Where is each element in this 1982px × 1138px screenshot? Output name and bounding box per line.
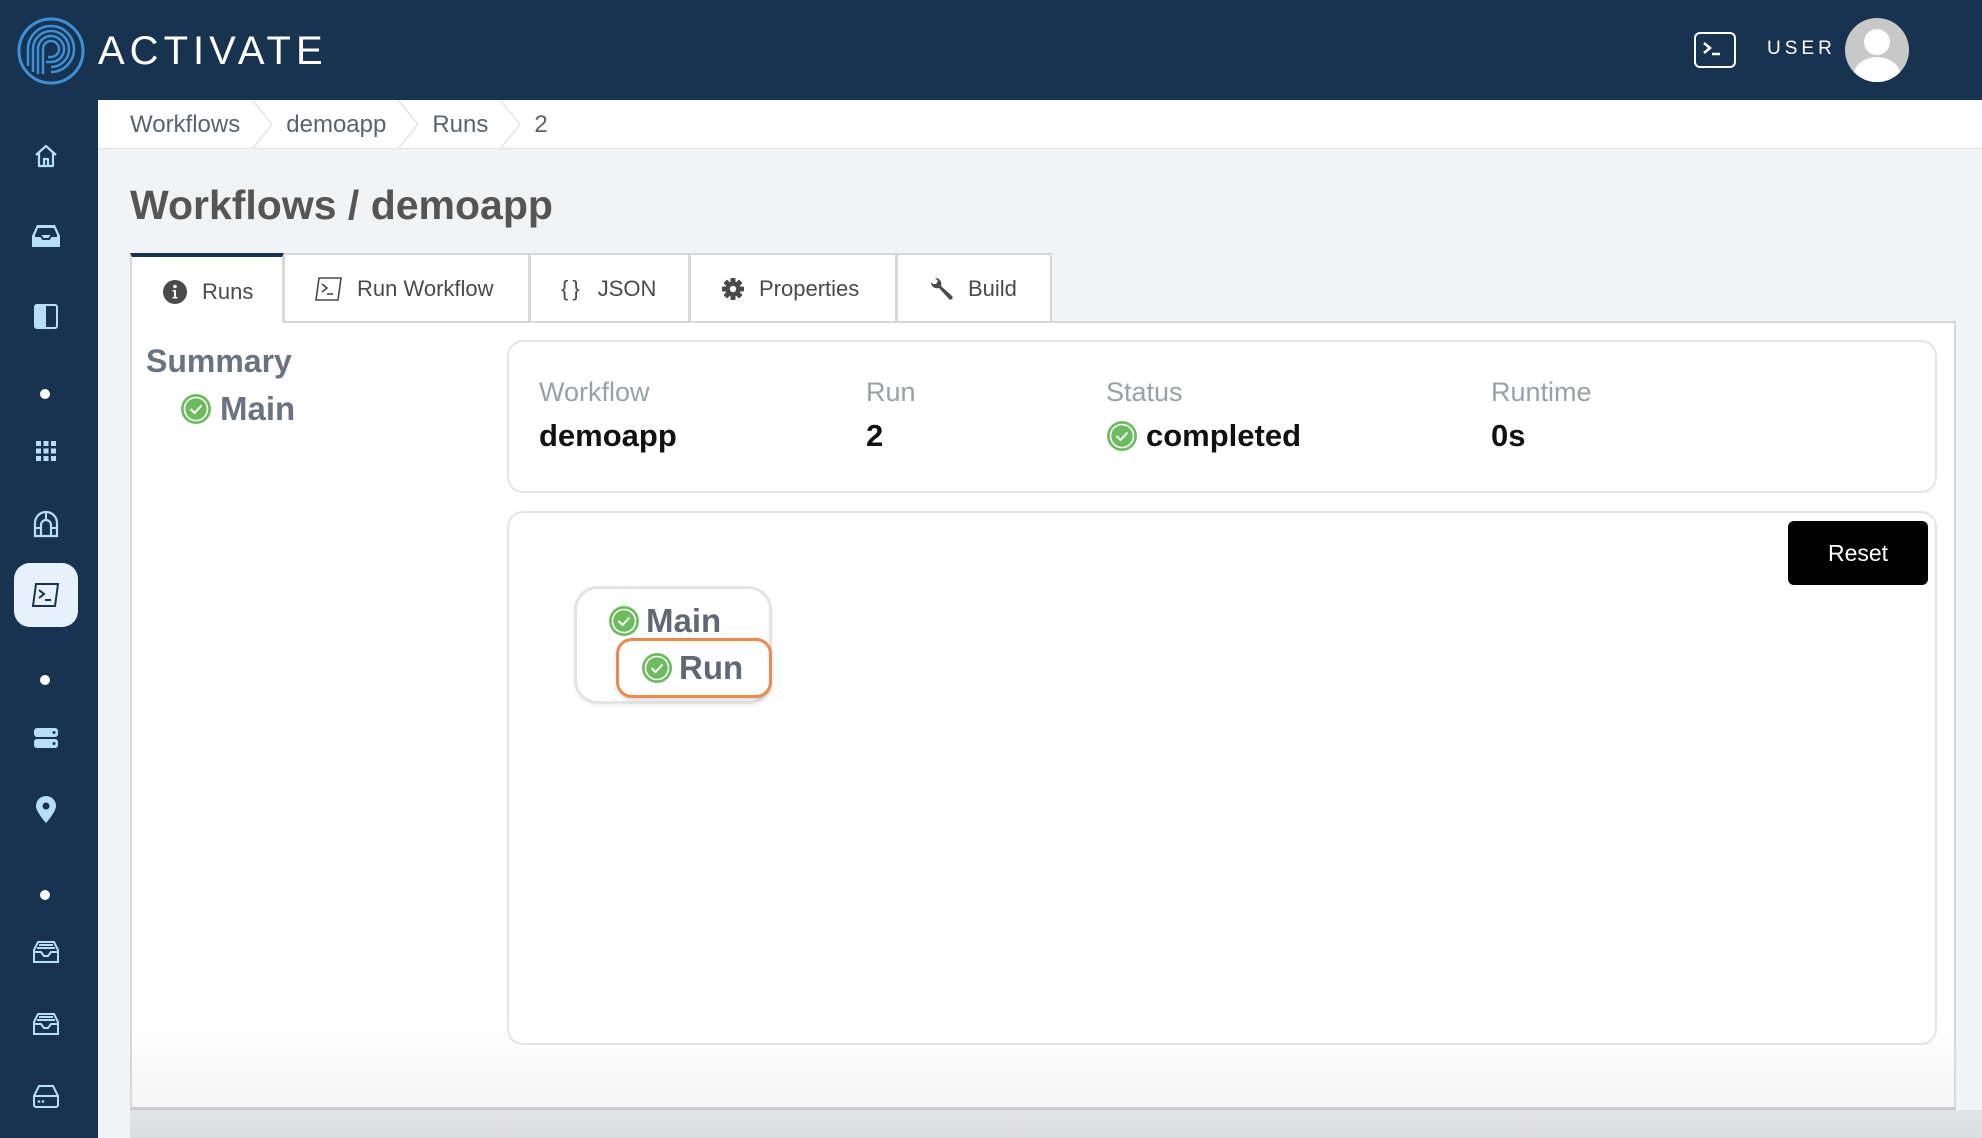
run-field: Run 2 (866, 377, 916, 454)
gear-icon (722, 277, 744, 300)
user-avatar[interactable] (1845, 18, 1909, 82)
sidebar-item-apps[interactable] (14, 419, 78, 483)
tab-label: Build (968, 275, 1017, 301)
terminal-icon (1703, 42, 1720, 56)
page-title: Workflows / demoapp (130, 182, 553, 228)
tab-properties[interactable]: Properties (689, 253, 897, 322)
sidebar-separator-dot (40, 890, 50, 900)
summary-item-main[interactable]: Main (180, 390, 295, 428)
runtime-label: Runtime (1491, 377, 1592, 407)
top-bar: ACTIVATE USER (0, 0, 1982, 100)
run-info-card: Workflow demoapp Run 2 Status completed … (507, 340, 1937, 493)
breadcrumb-run-number: 2 (534, 100, 593, 149)
breadcrumb-workflows[interactable]: Workflows (130, 99, 286, 149)
breadcrumb-demoapp[interactable]: demoapp (286, 99, 432, 149)
tab-label: Runs (202, 279, 254, 304)
terminal-icon (31, 583, 60, 607)
workflow-field: Workflow demoapp (539, 377, 677, 454)
chevron-right-icon (398, 99, 420, 149)
inbox-icon (32, 225, 60, 247)
sidebar-item-servers[interactable] (14, 706, 78, 770)
breadcrumb-runs[interactable]: Runs (432, 99, 534, 149)
chevron-right-icon (252, 99, 274, 149)
location-pin-icon (36, 796, 56, 823)
summary-title: Summary (146, 343, 292, 379)
sidebar-item-gateway[interactable] (14, 492, 78, 556)
tab-bar: Runs Run Workflow {} JSON Properties Bui… (130, 253, 1052, 323)
check-circle-icon (642, 653, 672, 683)
tab-run-workflow[interactable]: Run Workflow (283, 253, 530, 322)
tab-label: JSON (597, 275, 657, 301)
breadcrumb: Workflows demoapp Runs 2 (98, 99, 1982, 149)
run-label: Run (866, 377, 916, 407)
graph-node-main-label[interactable]: Main (608, 602, 721, 640)
node-label: Main (646, 602, 722, 639)
check-circle-icon (181, 394, 211, 424)
check-circle-icon (1107, 421, 1137, 451)
avatar-head (1864, 29, 1890, 55)
avatar-body (1853, 57, 1901, 82)
logo[interactable]: ACTIVATE (16, 16, 328, 86)
tab-json[interactable]: {} JSON (529, 253, 690, 322)
sidebar-item-workflows[interactable] (14, 563, 78, 627)
sidebar-item-storage-1[interactable] (14, 920, 78, 984)
summary-item-label: Main (220, 390, 296, 427)
workflow-value: demoapp (539, 418, 677, 453)
gateway-icon (33, 510, 59, 538)
breadcrumb-label: demoapp (286, 110, 387, 138)
chevron-right-icon (500, 99, 522, 149)
sidebar-item-locations[interactable] (14, 778, 78, 842)
sidebar-separator-dot (40, 675, 50, 685)
apps-grid-icon (36, 441, 56, 461)
terminal-button[interactable] (1694, 32, 1736, 68)
tab-build[interactable]: Build (896, 253, 1052, 322)
wrench-icon (930, 277, 953, 300)
node-label: Run (679, 649, 744, 686)
sidebar-item-storage-2[interactable] (14, 992, 78, 1056)
page-bottom-edge (130, 1110, 1982, 1138)
sidebar-item-inbox[interactable] (14, 204, 78, 268)
tab-label: Run Workflow (357, 275, 494, 301)
breadcrumb-label: Runs (432, 110, 489, 138)
run-value: 2 (866, 418, 884, 453)
tab-runs[interactable]: Runs (130, 253, 284, 323)
terminal-icon (315, 276, 342, 301)
status-badge: completed (1106, 418, 1301, 454)
server-icon (34, 728, 58, 748)
storage-tray-icon (33, 1013, 59, 1035)
runtime-value: 0s (1491, 418, 1526, 453)
status-label: Status (1106, 377, 1183, 407)
sidebar (0, 100, 98, 1138)
graph-node-run[interactable]: Run (616, 638, 772, 698)
status-field: Status completed (1106, 377, 1301, 454)
reset-button[interactable]: Reset (1788, 521, 1928, 585)
sidebar-item-panel[interactable] (14, 284, 78, 348)
home-icon (35, 144, 57, 168)
runtime-field: Runtime 0s (1491, 377, 1592, 454)
status-value: completed (1146, 418, 1302, 453)
check-circle-icon (609, 606, 639, 636)
sidebar-item-home[interactable] (14, 124, 78, 188)
brand-name: ACTIVATE (98, 29, 328, 73)
sidebar-separator-dot (40, 389, 50, 399)
storage-tray-icon (33, 941, 59, 963)
activate-logo-icon (17, 17, 85, 85)
sidebar-panel-icon (34, 304, 58, 329)
breadcrumb-label: 2 (534, 110, 548, 138)
braces-icon: {} (561, 275, 584, 301)
breadcrumb-label: Workflows (130, 110, 241, 138)
hard-drive-icon (33, 1085, 59, 1108)
info-icon (163, 280, 187, 304)
tab-label: Properties (759, 275, 860, 301)
workflow-label: Workflow (539, 377, 650, 407)
user-label[interactable]: USER (1767, 38, 1836, 60)
sidebar-item-disk[interactable] (14, 1064, 78, 1128)
